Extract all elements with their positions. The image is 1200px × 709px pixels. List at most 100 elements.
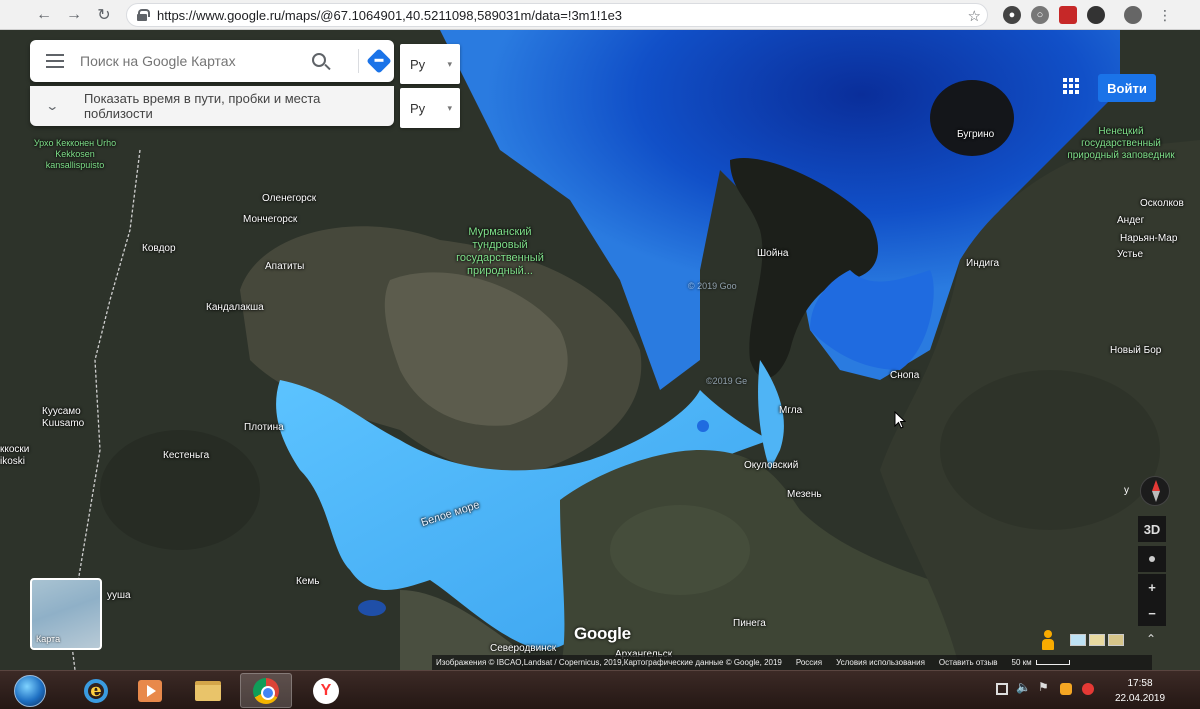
scale-bar [1035, 660, 1070, 665]
map-watermark: © 2019 Goo [688, 281, 737, 291]
search-icon[interactable] [312, 53, 326, 67]
start-button[interactable] [14, 675, 46, 707]
layer-preview-icon[interactable] [1108, 634, 1124, 646]
map-label-apatity[interactable]: Апатиты [265, 261, 304, 272]
layer-toggle-thumbnail[interactable]: Карта [30, 578, 102, 650]
search-input[interactable] [80, 53, 280, 69]
language-value: Ру [410, 100, 426, 116]
windows-taskbar: e Y 🔈 ⚑ 17:58 22.04.2019 [0, 670, 1200, 709]
address-bar[interactable]: https://www.google.ru/maps/@67.1064901,4… [126, 3, 988, 27]
language-value: Ру [410, 56, 426, 72]
extension-icon[interactable]: ● [1003, 6, 1021, 24]
hamburger-menu-icon[interactable] [46, 54, 66, 68]
clock-time: 17:58 [1127, 678, 1153, 689]
satellite-map[interactable]: Урхо Кекконен Urho Kekkosen kansallispui… [0, 30, 1200, 670]
language-select[interactable]: Ру ▾ [400, 88, 460, 128]
map-label-kuusha[interactable]: ууша [107, 590, 131, 601]
map-label-kuusamo[interactable]: Куусамо Kuusamo [42, 406, 92, 430]
tray-app-icon[interactable] [1060, 683, 1072, 695]
back-icon[interactable]: ← [30, 1, 58, 29]
map-label-monchegorsk[interactable]: Мончегорск [243, 214, 297, 225]
system-clock[interactable]: 17:58 22.04.2019 [1110, 676, 1170, 706]
map-label-snopa[interactable]: Снопа [890, 370, 919, 381]
browser-toolbar: ← → ↻ https://www.google.ru/maps/@67.106… [0, 0, 1200, 30]
forward-icon[interactable]: → [60, 1, 88, 29]
lock-icon [137, 9, 150, 21]
compass-icon[interactable] [1140, 476, 1170, 506]
map-label-kem[interactable]: Кемь [296, 576, 319, 587]
map-label-plotina[interactable]: Плотина [244, 422, 284, 433]
layer-toggle-label: Карта [36, 634, 61, 644]
street-view-pegman-icon[interactable] [1042, 630, 1054, 650]
tray-app-icon[interactable] [1082, 683, 1094, 695]
compass-letter: у [1124, 485, 1129, 496]
clock-date: 22.04.2019 [1114, 693, 1166, 704]
map-label-novy-bor[interactable]: Новый Бор [1110, 345, 1161, 356]
map-label-indiga[interactable]: Индига [966, 258, 999, 269]
satellite-imagery [0, 30, 1200, 670]
reload-icon[interactable]: ↻ [90, 1, 118, 29]
map-footer: Изображения © IBCAO,Landsat / Copernicus… [432, 655, 1152, 670]
map-label-kandalaksha[interactable]: Кандалакша [206, 302, 264, 313]
tray-volume-icon[interactable]: 🔈 [1016, 680, 1031, 694]
map-label-naryan-mar[interactable]: Нарьян-Мар [1120, 233, 1177, 244]
sign-in-button[interactable]: Войти [1098, 74, 1156, 102]
taskbar-ie[interactable]: e [70, 673, 122, 708]
map-label-oskolkov[interactable]: Осколков [1140, 198, 1184, 209]
my-location-button[interactable] [1138, 546, 1166, 572]
taskbar-chrome[interactable] [240, 673, 292, 708]
url-text[interactable]: https://www.google.ru/maps/@67.1064901,4… [157, 8, 622, 23]
extension-icon[interactable] [1059, 6, 1077, 24]
location-dot-icon [1149, 556, 1155, 562]
map-label-andeg[interactable]: Андег [1117, 215, 1144, 226]
map-label-bugrino[interactable]: Бугрино [957, 129, 994, 140]
map-label-kestenga[interactable]: Кестеньга [163, 450, 209, 461]
extension-icon[interactable] [1087, 6, 1105, 24]
feedback-link[interactable]: Оставить отзыв [939, 658, 998, 667]
map-label-ustye[interactable]: Устье [1117, 249, 1143, 260]
apps-grid-icon[interactable] [1063, 78, 1079, 94]
terms-link[interactable]: Условия использования [836, 658, 925, 667]
chevron-down-icon: ▾ [447, 58, 452, 69]
map-label-murmansk-reserve[interactable]: Мурманский тундровый государственный при… [442, 226, 558, 278]
layer-preview-icon[interactable] [1089, 634, 1105, 646]
map-label-pinega[interactable]: Пинега [733, 618, 766, 629]
tilt-3d-button[interactable]: 3D [1138, 516, 1166, 542]
expand-icon[interactable]: ⌃ [1146, 632, 1156, 646]
travel-times-text: Показать время в пути, пробки и места по… [84, 91, 321, 121]
map-label-kiski[interactable]: ккоски ikoski [0, 444, 48, 468]
map-label-severodvinsk[interactable]: Северодвинск [490, 643, 556, 654]
scale-label[interactable]: 50 км [1012, 658, 1032, 667]
tray-flag-icon[interactable]: ⚑ [1038, 680, 1050, 694]
map-label-kovdor[interactable]: Ковдор [142, 243, 176, 254]
zoom-out-button[interactable]: − [1138, 600, 1166, 626]
search-box [30, 40, 394, 82]
country-link[interactable]: Россия [796, 658, 822, 667]
map-label-mezen[interactable]: Мезень [787, 489, 822, 500]
bookmark-star-icon[interactable]: ☆ [968, 7, 981, 25]
taskbar-media-player[interactable] [124, 673, 176, 708]
internet-explorer-icon: e [84, 678, 108, 703]
map-label-mgla[interactable]: Мгла [779, 405, 802, 416]
map-label-shoyna[interactable]: Шойна [757, 248, 788, 259]
tray-network-icon[interactable] [996, 683, 1008, 695]
chrome-icon [253, 677, 279, 704]
travel-times-toggle[interactable]: ⌄ Показать время в пути, пробки и места … [30, 86, 394, 126]
taskbar-yandex[interactable]: Y [300, 673, 352, 708]
divider [358, 49, 359, 73]
google-logo: Google [574, 624, 631, 643]
directions-icon[interactable] [366, 48, 392, 74]
map-label-nenets-reserve[interactable]: Ненецкий государственный природный запов… [1066, 126, 1176, 162]
extension-icon[interactable]: ○ [1031, 6, 1049, 24]
imagery-attribution: Изображения © IBCAO,Landsat / Copernicus… [436, 658, 782, 667]
map-label-urho-reserve[interactable]: Урхо Кекконен Urho Kekkosen kansallispui… [32, 138, 118, 171]
zoom-in-button[interactable]: + [1138, 574, 1166, 600]
taskbar-explorer[interactable] [182, 673, 234, 708]
language-select[interactable]: Ру ▾ [400, 44, 460, 84]
layer-preview-icon[interactable] [1070, 634, 1086, 646]
media-player-icon [138, 679, 162, 702]
browser-menu-icon[interactable]: ⋮ [1156, 6, 1174, 24]
map-label-okulovsky[interactable]: Окуловский [744, 460, 798, 471]
map-label-olenegorsk[interactable]: Оленегорск [262, 193, 316, 204]
profile-avatar-icon[interactable] [1124, 6, 1142, 24]
